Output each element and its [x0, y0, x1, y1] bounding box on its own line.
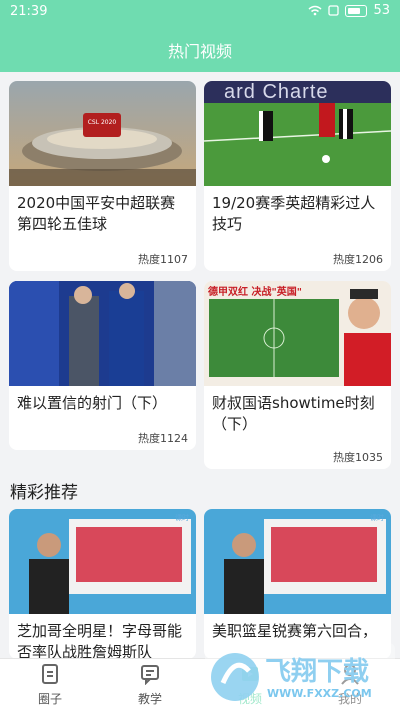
- section-heading: 精彩推荐: [10, 483, 78, 503]
- video-thumbnail: 课时: [9, 509, 196, 614]
- video-thumbnail: ard Charte: [204, 81, 391, 186]
- thumbnail-caption: ard Charte: [224, 81, 329, 103]
- video-title: 难以置信的射门（下）: [17, 394, 168, 412]
- watermark-text: 飞翔下载: [265, 657, 370, 687]
- heat-count: 热度1124: [138, 432, 188, 445]
- video-card[interactable]: ard Charte 19/20赛季英超精彩过人技巧 热度1206: [204, 81, 391, 271]
- watermark: 飞翔下载 WWW.FXXZ.COM: [205, 643, 395, 711]
- thumbnail-tag: 课时: [175, 514, 189, 522]
- video-title: 芝加哥全明星！字母哥能否率队战胜詹姆斯队: [17, 622, 183, 659]
- thumbnail-caption: 德甲双红 决战"英国": [208, 287, 302, 298]
- heat-count: 热度1107: [138, 253, 188, 266]
- nav-label: 教学: [137, 692, 162, 706]
- recommend-card[interactable]: 课时 美职篮星锐赛第六回合，: [204, 509, 391, 659]
- video-card[interactable]: CSL 2020 2020中国平安中超联赛第四轮五佳球 热度1107: [9, 81, 196, 271]
- video-thumbnail: 课时: [204, 509, 391, 614]
- page-title: 热门视频: [167, 42, 232, 61]
- watermark-url: WWW.FXXZ.COM: [267, 687, 372, 700]
- video-card[interactable]: 难以置信的射门（下） 热度1124: [9, 281, 196, 450]
- battery-level: 53: [373, 3, 390, 18]
- status-bar: 21:39 53: [0, 0, 400, 24]
- heat-count: 热度1206: [333, 253, 383, 266]
- video-title: 19/20赛季英超精彩过人技巧: [212, 194, 376, 233]
- heat-count: 热度1035: [333, 451, 383, 464]
- nav-label: 圈子: [37, 692, 62, 706]
- wifi-icon: [308, 5, 322, 16]
- video-title: 2020中国平安中超联赛第四轮五佳球: [17, 194, 176, 233]
- status-time: 21:39: [10, 4, 48, 19]
- video-thumbnail: [9, 281, 196, 386]
- app-header: 21:39 53 热门视频: [0, 0, 400, 72]
- sim-icon: [328, 5, 340, 16]
- video-card[interactable]: 德甲双红 决战"英国" 财叔国语showtime时刻（下） 热度1035: [204, 281, 391, 469]
- recommend-card[interactable]: 课时 芝加哥全明星！字母哥能否率队战胜詹姆斯队: [9, 509, 196, 659]
- battery-icon: [345, 4, 368, 17]
- nav-item-circle[interactable]: 圈子: [10, 663, 90, 707]
- video-thumbnail: CSL 2020: [9, 81, 196, 186]
- video-title: 财叔国语showtime时刻（下）: [212, 394, 375, 433]
- nav-item-teach[interactable]: 教学: [110, 663, 190, 707]
- teach-icon: [141, 665, 159, 686]
- circle-icon: [42, 664, 58, 684]
- thumbnail-badge: CSL 2020: [87, 119, 117, 126]
- thumbnail-tag: 课时: [370, 514, 384, 522]
- video-thumbnail: 德甲双红 决战"英国": [204, 281, 391, 386]
- video-title: 美职篮星锐赛第六回合，: [212, 622, 378, 640]
